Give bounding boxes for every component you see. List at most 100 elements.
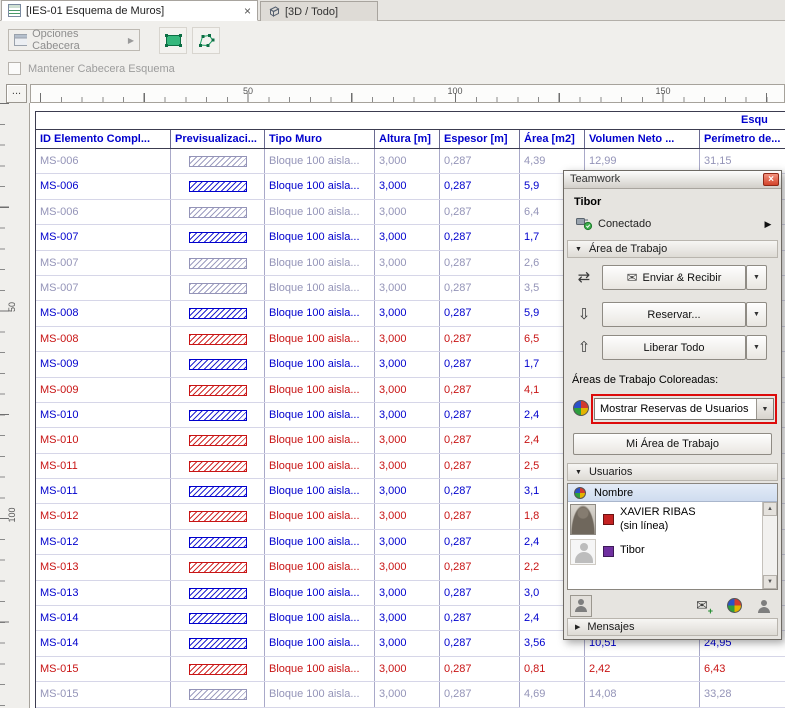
plus-icon: + [708, 606, 713, 616]
person-icon [574, 599, 588, 612]
tipo-cell: Bloque 100 aisla... [265, 428, 375, 452]
tab-bar: [IES-01 Esquema de Muros] × [3D / Todo] [0, 0, 785, 21]
column-header-preview[interactable]: Previsualizaci... [171, 130, 265, 148]
espesor-cell: 0,287 [440, 454, 520, 478]
user-row[interactable]: Tibor [568, 538, 762, 566]
ruler-options-button[interactable]: ... [6, 84, 27, 103]
status-expander-icon[interactable]: ▶ [760, 216, 776, 232]
table-row[interactable]: MS-015Bloque 100 aisla...3,0000,2870,812… [36, 657, 785, 682]
column-header-perimetro[interactable]: Perímetro de... [700, 130, 785, 148]
close-icon[interactable]: × [763, 173, 779, 186]
altura-cell: 3,000 [375, 504, 440, 528]
preview-cell [171, 327, 265, 351]
tipo-cell: Bloque 100 aisla... [265, 631, 375, 655]
reservar-button[interactable]: Reservar... [602, 302, 746, 327]
column-header-volumen[interactable]: Volumen Neto ... [585, 130, 700, 148]
espesor-cell: 0,287 [440, 378, 520, 402]
release-arrow-icon[interactable]: ⇧ [573, 338, 595, 358]
chevron-down-icon[interactable]: ▼ [756, 399, 773, 419]
reservar-label: Reservar... [647, 309, 700, 321]
preview-cell [171, 276, 265, 300]
hatch-swatch-icon [189, 258, 247, 269]
liberar-todo-button[interactable]: Liberar Todo [602, 335, 746, 360]
tab-close-icon[interactable]: × [244, 6, 251, 16]
user-row[interactable]: XAVIER RIBAS (sin línea) [568, 502, 762, 538]
new-message-button[interactable]: ✉+ [692, 597, 712, 615]
mi-area-de-trabajo-button[interactable]: Mi Área de Trabajo [573, 433, 772, 455]
section-usuarios[interactable]: ▼ Usuarios [567, 463, 778, 481]
hatch-swatch-icon [189, 283, 247, 294]
enviar-recibir-button[interactable]: ✉ Enviar & Recibir [602, 265, 746, 290]
column-header-tipo[interactable]: Tipo Muro [265, 130, 375, 148]
scroll-down-icon[interactable]: ▼ [763, 575, 777, 589]
perimetro-cell: 33,28 [700, 682, 785, 706]
column-header-id[interactable]: ID Elemento Compl... [36, 130, 171, 148]
chevron-down-icon: ▼ [753, 274, 760, 281]
preview-cell [171, 631, 265, 655]
chevron-down-icon: ▼ [575, 469, 582, 476]
scrollbar[interactable]: ▲ ▼ [762, 502, 777, 589]
colored-workspaces-button[interactable] [724, 597, 744, 615]
espesor-cell: 0,287 [440, 327, 520, 351]
reservas-dropdown-value: Mostrar Reservas de Usuarios [595, 403, 756, 415]
id-cell: MS-013 [36, 555, 171, 579]
enviar-recibir-dropdown[interactable]: ▼ [746, 265, 767, 290]
preview-cell [171, 530, 265, 554]
avatar [570, 539, 596, 565]
id-cell: MS-010 [36, 428, 171, 452]
id-cell: MS-015 [36, 657, 171, 681]
tipo-cell: Bloque 100 aisla... [265, 378, 375, 402]
section-mensajes[interactable]: ▶ Mensajes [567, 618, 778, 636]
preview-cell [171, 555, 265, 579]
mi-area-label: Mi Área de Trabajo [626, 438, 719, 450]
user-details-button[interactable] [754, 597, 774, 615]
marquee-select-button[interactable] [159, 27, 187, 54]
scroll-up-icon[interactable]: ▲ [763, 502, 777, 516]
column-header-espesor[interactable]: Espesor [m] [440, 130, 520, 148]
polygon-select-button[interactable] [192, 27, 220, 54]
espesor-cell: 0,287 [440, 581, 520, 605]
espesor-cell: 0,287 [440, 479, 520, 503]
altura-cell: 3,000 [375, 301, 440, 325]
id-cell: MS-009 [36, 378, 171, 402]
colored-workspaces-icon [573, 400, 589, 416]
altura-cell: 3,000 [375, 479, 440, 503]
id-cell: MS-014 [36, 606, 171, 630]
column-header-area[interactable]: Área [m2] [520, 130, 585, 148]
reservar-dropdown[interactable]: ▼ [746, 302, 767, 327]
section-area-de-trabajo[interactable]: ▼ Área de Trabajo [567, 240, 778, 258]
espesor-cell: 0,287 [440, 657, 520, 681]
palette-titlebar[interactable]: Teamwork × [564, 171, 781, 189]
vertical-ruler[interactable]: 50 100 [0, 103, 30, 708]
send-receive-icon[interactable]: ⇄ [573, 268, 595, 288]
area-cell: 0,81 [520, 657, 585, 681]
liberar-todo-dropdown[interactable]: ▼ [746, 335, 767, 360]
altura-cell: 3,000 [375, 251, 440, 275]
envelope-icon: ✉ [627, 270, 638, 286]
user-color-swatch [603, 546, 614, 557]
id-cell: MS-006 [36, 200, 171, 224]
column-header-altura[interactable]: Altura [m] [375, 130, 440, 148]
altura-cell: 3,000 [375, 631, 440, 655]
users-list-header[interactable]: Nombre [568, 484, 777, 502]
reserve-arrow-icon[interactable]: ⇩ [573, 305, 595, 325]
reservas-dropdown[interactable]: Mostrar Reservas de Usuarios ▼ [594, 398, 774, 420]
preview-cell [171, 225, 265, 249]
tipo-cell: Bloque 100 aisla... [265, 149, 375, 173]
id-cell: MS-007 [36, 225, 171, 249]
tab-esquema-muros[interactable]: [IES-01 Esquema de Muros] × [1, 0, 258, 21]
preview-cell [171, 479, 265, 503]
opciones-cabecera-button[interactable]: Opciones Cabecera ▶ [8, 29, 140, 51]
preview-cell [171, 504, 265, 528]
ruler-ticks [0, 103, 9, 708]
horizontal-ruler[interactable]: 50 100 150 [30, 84, 785, 103]
schedule-title-row: Esqu [36, 112, 785, 130]
mantener-cabecera-checkbox[interactable] [8, 62, 21, 75]
user-filter-button[interactable] [570, 595, 592, 617]
id-cell: MS-007 [36, 251, 171, 275]
users-list: Nombre XAVIER RIBAS (sin línea) Tibor ▲ … [567, 483, 778, 590]
espesor-cell: 0,287 [440, 606, 520, 630]
user-name: XAVIER RIBAS [620, 506, 696, 518]
table-row[interactable]: MS-015Bloque 100 aisla...3,0000,2874,691… [36, 682, 785, 707]
tab-3d-todo[interactable]: [3D / Todo] [260, 1, 378, 21]
